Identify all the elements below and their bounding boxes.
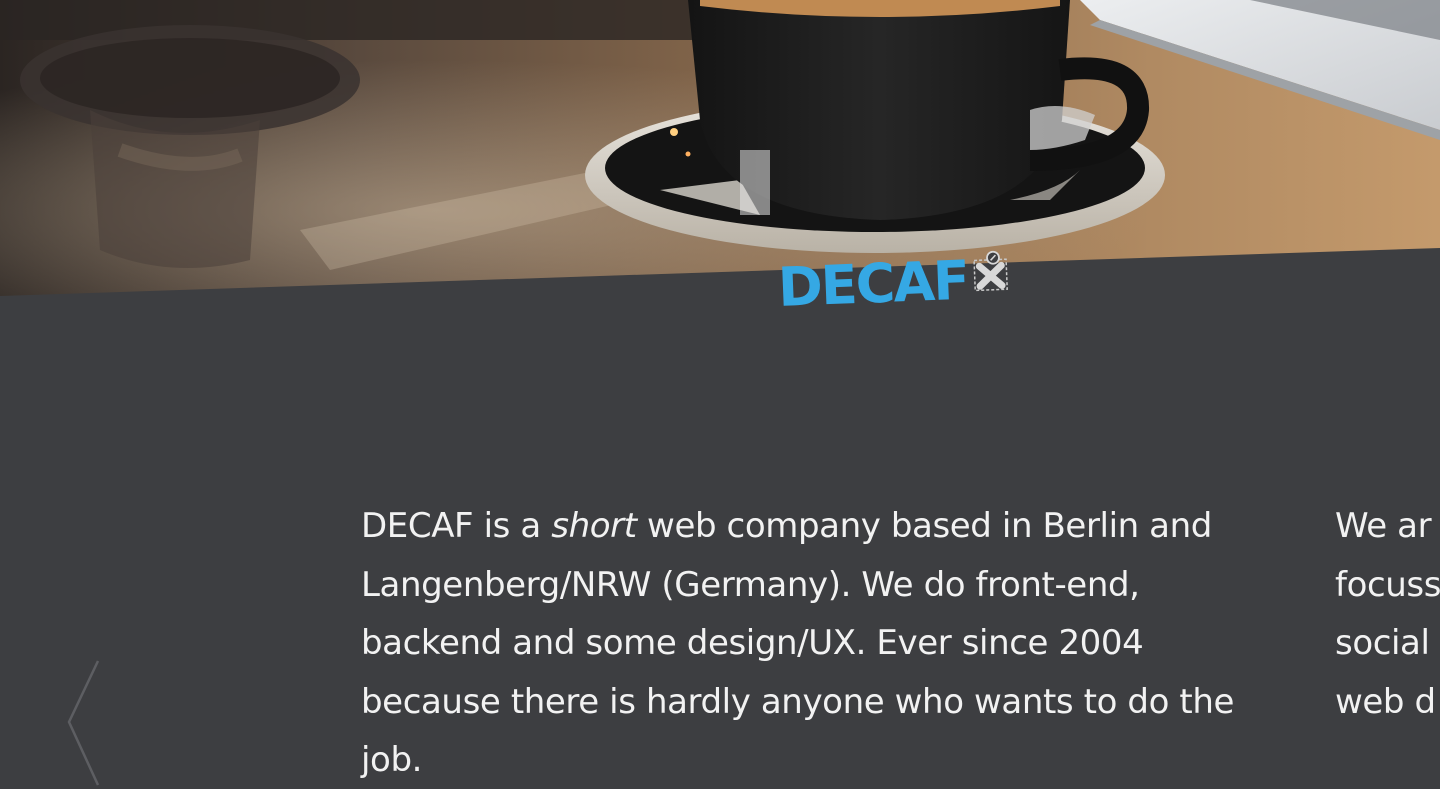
plus-badge-icon <box>973 250 1009 292</box>
logo-wordmark: DECAF <box>776 248 970 319</box>
intro-text-end: web company based in Berlin and Langenbe… <box>361 506 1234 780</box>
next-slide-line: We ar <box>1335 506 1432 546</box>
coffee-cup-photo <box>0 0 1440 296</box>
page: DECAF DECAF is a short web company based… <box>0 0 1440 789</box>
next-slide-line: web d <box>1335 681 1436 722</box>
intro-paragraph: DECAF is a short web company based in Be… <box>361 497 1241 789</box>
decaf-logo[interactable]: DECAF <box>777 243 1014 324</box>
chevron-left-icon[interactable] <box>62 658 104 788</box>
hero-image <box>0 0 1440 296</box>
intro-text-start: DECAF is a <box>361 506 552 546</box>
next-slide-line: focuss <box>1335 564 1440 605</box>
intro-emphasis: short <box>551 506 637 546</box>
next-slide-line: social <box>1335 623 1430 663</box>
next-slide-paragraph: We ar focuss social web d <box>1335 497 1440 731</box>
